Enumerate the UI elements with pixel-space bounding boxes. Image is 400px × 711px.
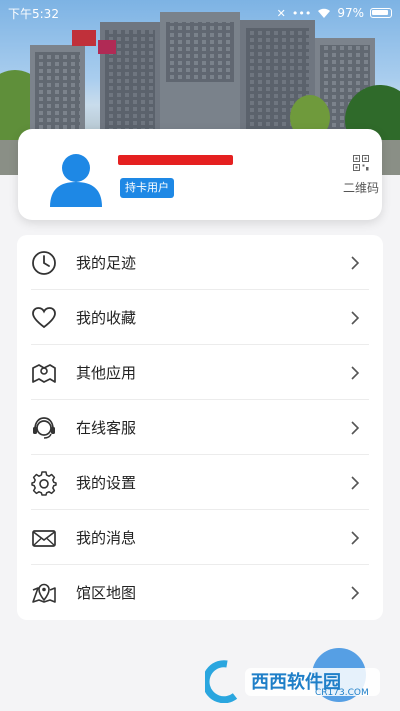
menu-list: 我的足迹 我的收藏 其他应用 在线客服 我的设置 我的消息 馆区地图 <box>17 235 383 620</box>
menu-item-label: 其他应用 <box>76 364 137 382</box>
qr-code-icon <box>353 155 369 171</box>
status-bar: 下午5:32 ✕ ••• 97% <box>0 0 400 26</box>
headset-icon <box>33 417 55 439</box>
user-type-badge: 持卡用户 <box>120 178 174 198</box>
qr-code-button[interactable]: 二维码 <box>336 155 386 196</box>
menu-item-label: 在线客服 <box>76 419 137 437</box>
gear-icon <box>31 471 57 496</box>
profile-card[interactable]: 持卡用户 二维码 <box>18 129 382 220</box>
menu-item-label: 馆区地图 <box>76 584 137 602</box>
menu-item-label: 我的设置 <box>76 474 137 492</box>
battery-icon <box>370 8 392 18</box>
chevron-right-icon <box>351 256 360 270</box>
chevron-right-icon <box>351 476 360 490</box>
chevron-right-icon <box>351 366 360 380</box>
qr-code-label: 二维码 <box>342 181 379 195</box>
status-time: 下午5:32 <box>8 6 59 21</box>
menu-item-other-apps[interactable]: 其他应用 <box>17 345 383 400</box>
menu-item-label: 我的足迹 <box>76 254 137 272</box>
map-pin-icon <box>32 583 56 603</box>
chevron-right-icon <box>351 421 360 435</box>
user-avatar-icon[interactable] <box>50 151 102 207</box>
chevron-right-icon <box>351 531 360 545</box>
battery-percent: 97% <box>337 6 364 20</box>
chevron-right-icon <box>351 311 360 325</box>
menu-item-campus-map[interactable]: 馆区地图 <box>17 565 383 620</box>
watermark-logo: 西西软件园 CR173.COM <box>202 658 385 704</box>
username-redacted <box>118 155 233 165</box>
watermark-subtext: CR173.COM <box>315 688 369 698</box>
mail-icon <box>32 530 56 547</box>
map-icon <box>32 364 56 383</box>
menu-item-label: 我的消息 <box>76 529 137 547</box>
menu-item-online-service[interactable]: 在线客服 <box>17 400 383 455</box>
clock-icon <box>32 251 56 275</box>
menu-item-messages[interactable]: 我的消息 <box>17 510 383 565</box>
wifi-icon <box>318 8 331 18</box>
heart-icon <box>32 307 56 329</box>
menu-item-settings[interactable]: 我的设置 <box>17 455 383 510</box>
menu-item-favorites[interactable]: 我的收藏 <box>17 290 383 345</box>
dots-icon: ••• <box>291 6 312 20</box>
chevron-right-icon <box>351 586 360 600</box>
menu-item-footprints[interactable]: 我的足迹 <box>17 235 383 290</box>
notification-icon: ✕ <box>276 6 286 20</box>
menu-item-label: 我的收藏 <box>76 309 137 327</box>
